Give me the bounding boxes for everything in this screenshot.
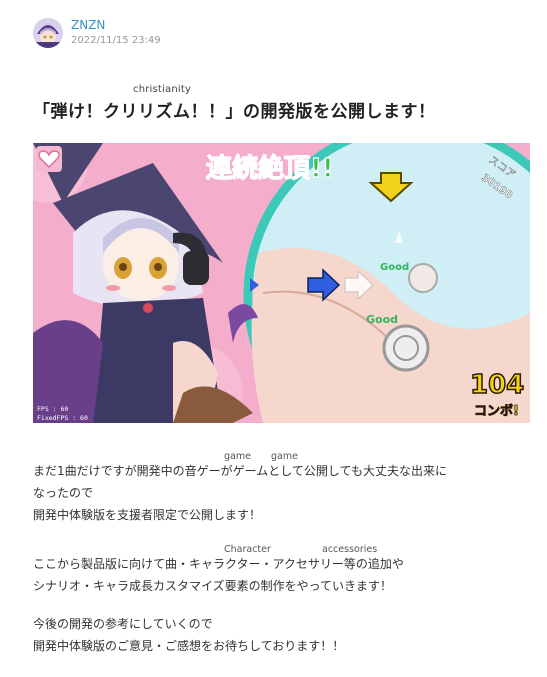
post-title: 「弾け！クリリズム！！」の開発版を公開します！	[33, 102, 436, 122]
combo-count: 104	[470, 370, 524, 400]
fps-text: FPS : 60	[37, 405, 68, 413]
body-line: ここから製品版に向けて曲・キャラクター・アクセサリー等の追加や	[33, 557, 404, 571]
post-header: ZNZN 2022/11/15 23:49	[33, 17, 161, 48]
fixed-fps-text: FixedFPS : 60	[37, 414, 88, 422]
combo-label: コンボ!	[474, 403, 519, 419]
banner-text: 連続絶頂!!	[206, 153, 334, 184]
body-line: 今後の開発の参考にしていくので	[33, 617, 213, 631]
body-line: 開発中体験版のご意見・ご感想をお待ちしております！！	[33, 639, 345, 653]
game-screenshot[interactable]: 連続絶頂!! Good Good スコア 30190 104 コンボ! FPS …	[33, 143, 530, 423]
game-screenshot-art: 連続絶頂!! Good Good スコア 30190 104 コンボ! FPS …	[33, 143, 530, 423]
body-paragraph: まだ1曲だけですが開発中の音ゲーがゲームとして公開しても大丈夫な出来に なったの…	[33, 460, 447, 526]
body-paragraph: 今後の開発の参考にしていくので 開発中体験版のご意見・ご感想をお待ちしております…	[33, 613, 344, 657]
author-name[interactable]: ZNZN	[71, 17, 161, 33]
good-label: Good	[366, 313, 398, 326]
good-label: Good	[380, 262, 409, 273]
body-paragraph: ここから製品版に向けて曲・キャラクター・アクセサリー等の追加や シナリオ・キャラ…	[33, 553, 404, 597]
body-line: シナリオ・キャラ成長カスタマイズ要素の制作をやっていきます！	[33, 579, 393, 593]
body-line: なったので	[33, 486, 94, 500]
body-line: まだ1曲だけですが開発中の音ゲーがゲームとして公開しても大丈夫な出来に	[33, 464, 447, 478]
title-ruby: christianity	[133, 84, 192, 95]
avatar[interactable]	[33, 17, 63, 48]
post-date: 2022/11/15 23:49	[71, 35, 161, 46]
body-line: 開発中体験版を支援者限定で公開します！	[33, 508, 262, 522]
